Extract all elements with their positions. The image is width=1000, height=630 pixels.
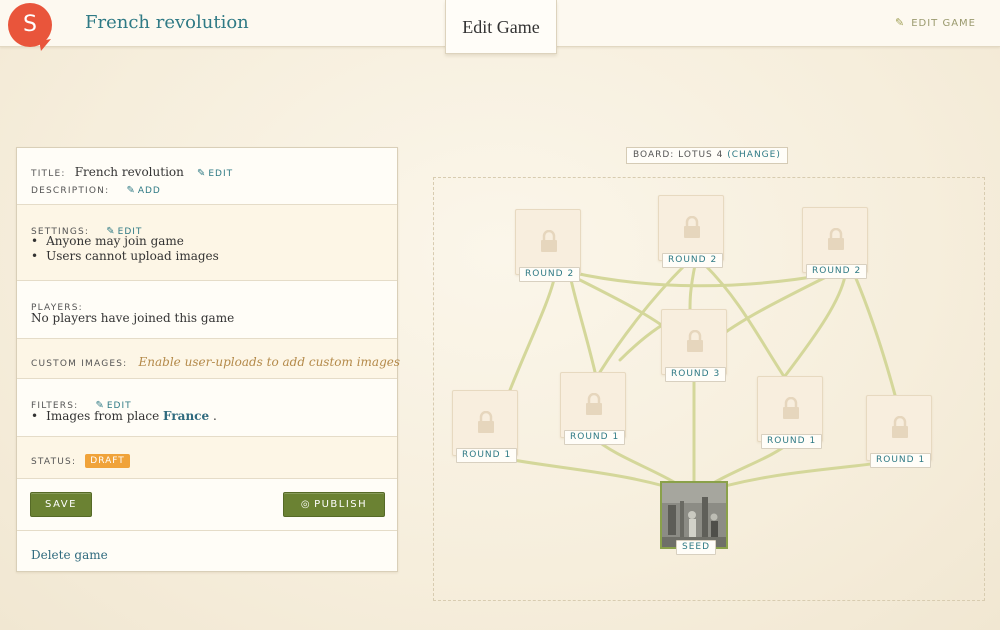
tile-label: ROUND 1 [761, 434, 823, 449]
tile-label: ROUND 1 [564, 430, 626, 445]
lock-icon [541, 230, 557, 252]
board-tile[interactable] [661, 309, 727, 375]
lock-icon [586, 393, 602, 415]
seed-tile[interactable] [660, 481, 728, 549]
board-tile[interactable] [866, 395, 932, 461]
board-connections [483, 263, 902, 497]
board-tile[interactable] [757, 376, 823, 442]
tile-label: ROUND 3 [665, 367, 727, 382]
board-tile[interactable] [560, 372, 626, 438]
tile-label: ROUND 2 [662, 253, 724, 268]
seed-label: SEED [676, 540, 717, 555]
lock-icon [783, 397, 799, 419]
board-tile[interactable] [658, 195, 724, 261]
lock-icon [687, 330, 703, 352]
connection-line [853, 274, 897, 397]
connection-line [508, 273, 557, 392]
connection-line [688, 263, 697, 312]
lock-icon [892, 416, 908, 438]
lock-icon [478, 411, 494, 433]
lock-icon [828, 228, 844, 250]
board-tile[interactable] [515, 209, 581, 275]
tile-label: ROUND 1 [870, 453, 932, 468]
lock-icon [684, 216, 700, 238]
connection-line [568, 270, 832, 288]
seed-engraving-image [662, 483, 726, 547]
connection-line [568, 273, 597, 374]
tile-label: ROUND 2 [519, 267, 581, 282]
board-tile[interactable] [452, 390, 518, 456]
connection-line [783, 274, 847, 378]
tile-label: ROUND 2 [806, 264, 868, 279]
tile-label: ROUND 1 [456, 448, 518, 463]
